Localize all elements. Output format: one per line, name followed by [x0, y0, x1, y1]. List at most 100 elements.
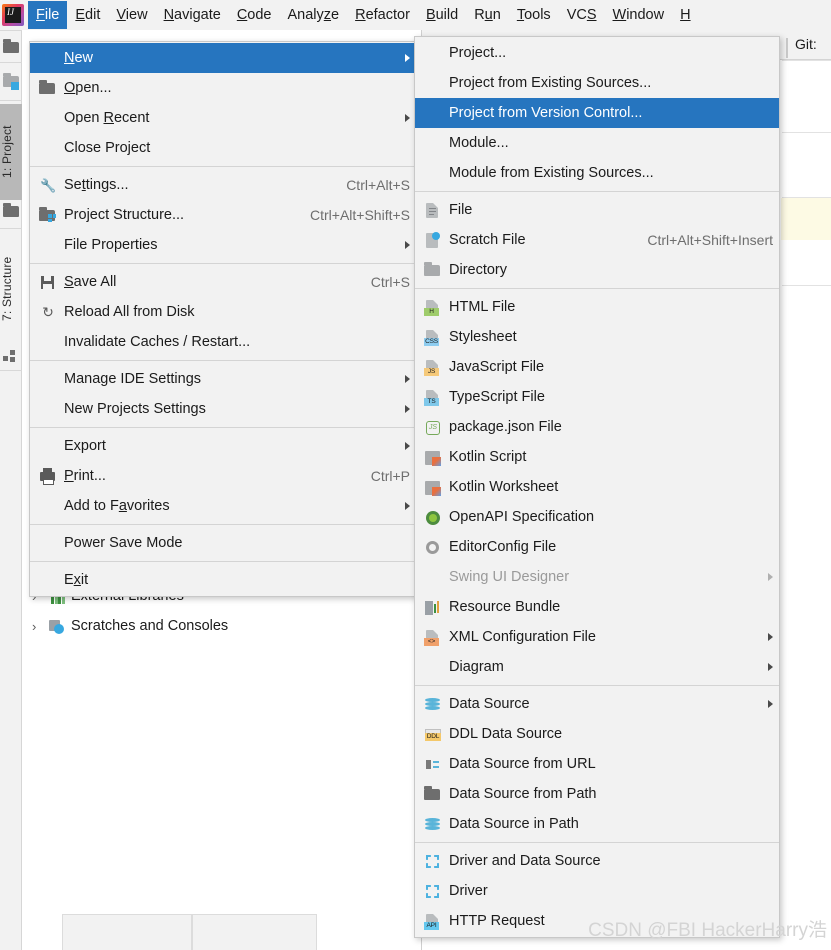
menu-item-label: Add to Favorites: [64, 498, 170, 514]
file-menu-item-manage-ide-settings[interactable]: Manage IDE Settings: [30, 364, 416, 394]
menubar-item-refactor[interactable]: Refactor: [347, 1, 418, 29]
new-menu-item-data-source-in-path[interactable]: Data Source in Path: [415, 809, 779, 839]
new-menu-item-module-from-existing-sources[interactable]: Module from Existing Sources...: [415, 158, 779, 188]
file-menu-item-exit[interactable]: Exit: [30, 565, 416, 595]
file-menu-item-open[interactable]: Open...: [30, 73, 416, 103]
driver-icon: [423, 852, 443, 870]
editor-divider-3: [782, 197, 831, 198]
new-menu-item-driver-and-data-source[interactable]: Driver and Data Source: [415, 846, 779, 876]
menubar-item-h[interactable]: H: [672, 1, 698, 29]
kotlin-icon: [423, 478, 443, 496]
file-menu-item-print[interactable]: Print... Ctrl+P: [30, 461, 416, 491]
menu-item-shortcut: Ctrl+Alt+Shift+Insert: [647, 232, 773, 248]
file-menu-item-new-projects-settings[interactable]: New Projects Settings: [30, 394, 416, 424]
new-menu-item-package-json-file[interactable]: JS package.json File: [415, 412, 779, 442]
new-menu-item-data-source[interactable]: Data Source: [415, 689, 779, 719]
bottom-tab-2[interactable]: [192, 914, 317, 950]
menu-item-label: Export: [64, 438, 106, 454]
menu-item-label: DDL Data Source: [449, 726, 563, 742]
file-menu-item-file-properties[interactable]: File Properties: [30, 230, 416, 260]
main-menu-bar: IJ File Edit View Navigate Code Analyze Refact…: [0, 0, 831, 30]
file-menu-dropdown[interactable]: New Open... Open Recent Close Project 🔧 Setti…: [29, 41, 417, 597]
menu-item-label: New: [64, 50, 94, 66]
file-menu-item-invalidate-caches-restart[interactable]: Invalidate Caches / Restart...: [30, 327, 416, 357]
new-menu-item-diagram[interactable]: Diagram: [415, 652, 779, 682]
new-menu-item-html-file[interactable]: H HTML File: [415, 292, 779, 322]
file-menu-item-reload-all-from-disk[interactable]: ↻ Reload All from Disk: [30, 297, 416, 327]
tree-label: Scratches and Consoles: [71, 618, 229, 634]
file-menu-item-settings[interactable]: 🔧 Settings... Ctrl+Alt+S: [30, 170, 416, 200]
menu-separator: [30, 561, 416, 562]
tree-row-scratches-and-consoles[interactable]: › Scratches and Consoles: [32, 618, 228, 634]
menu-separator: [30, 166, 416, 167]
editor-tab-git[interactable]: Git:: [795, 36, 817, 52]
bottom-tab-1[interactable]: [62, 914, 192, 950]
menu-item-shortcut: Ctrl+S: [370, 274, 410, 290]
file-menu-item-close-project[interactable]: Close Project: [30, 133, 416, 163]
menubar-item-file[interactable]: File: [28, 1, 68, 29]
new-menu-item-openapi-specification[interactable]: OpenAPI Specification: [415, 502, 779, 532]
file-menu-item-save-all[interactable]: Save All Ctrl+S: [30, 267, 416, 297]
menubar-item-tools[interactable]: Tools: [509, 1, 559, 29]
new-menu-item-file[interactable]: File: [415, 195, 779, 225]
no-icon: [38, 370, 58, 388]
menubar-item-vcs[interactable]: VCS: [559, 1, 605, 29]
html-file-icon: H: [423, 298, 443, 316]
new-menu-item-kotlin-script[interactable]: Kotlin Script: [415, 442, 779, 472]
new-submenu-dropdown[interactable]: Project... Project from Existing Sources.…: [414, 36, 780, 938]
file-menu-item-export[interactable]: Export: [30, 431, 416, 461]
menubar-item-run[interactable]: Run: [466, 1, 509, 29]
project-folder-icon[interactable]: [2, 72, 20, 90]
menubar-item-navigate[interactable]: Navigate: [156, 1, 229, 29]
menubar-item-window[interactable]: Window: [605, 1, 673, 29]
menubar-item-build[interactable]: Build: [418, 1, 466, 29]
chevron-right-icon[interactable]: ›: [32, 619, 48, 634]
menu-item-label: File: [449, 202, 473, 218]
menu-item-label: Power Save Mode: [64, 535, 183, 551]
new-menu-item-driver[interactable]: Driver: [415, 876, 779, 906]
menubar-item-edit[interactable]: Edit: [67, 1, 108, 29]
no-icon: [38, 139, 58, 157]
menubar-item-view[interactable]: View: [108, 1, 155, 29]
no-icon: [423, 164, 443, 182]
menu-separator: [415, 842, 779, 843]
menubar-item-analyze[interactable]: Analyze: [280, 1, 348, 29]
file-menu-item-project-structure[interactable]: Project Structure... Ctrl+Alt+Shift+S: [30, 200, 416, 230]
reload-icon: ↻: [42, 304, 54, 320]
new-menu-item-javascript-file[interactable]: JS JavaScript File: [415, 352, 779, 382]
no-icon: [423, 74, 443, 92]
new-menu-item-scratch-file[interactable]: Scratch File Ctrl+Alt+Shift+Insert: [415, 225, 779, 255]
sidebar-item-project[interactable]: 1: Project: [0, 104, 22, 200]
new-menu-item-project[interactable]: Project...: [415, 38, 779, 68]
new-menu-item-resource-bundle[interactable]: Resource Bundle: [415, 592, 779, 622]
editor-divider-4: [782, 285, 831, 286]
sidebar-item-structure[interactable]: 7: Structure: [0, 234, 22, 344]
scratch-file-icon: [423, 231, 443, 249]
new-menu-item-data-source-from-url[interactable]: Data Source from URL: [415, 749, 779, 779]
new-menu-item-stylesheet[interactable]: CSS Stylesheet: [415, 322, 779, 352]
new-menu-item-kotlin-worksheet[interactable]: Kotlin Worksheet: [415, 472, 779, 502]
new-menu-item-ddl-data-source[interactable]: DDL DDL Data Source: [415, 719, 779, 749]
new-menu-item-xml-configuration-file[interactable]: <> XML Configuration File: [415, 622, 779, 652]
submenu-arrow-icon: [768, 633, 773, 641]
new-menu-item-editorconfig-file[interactable]: EditorConfig File: [415, 532, 779, 562]
nodejs-icon: JS: [423, 418, 443, 436]
menu-separator: [30, 263, 416, 264]
new-menu-item-project-from-version-control[interactable]: Project from Version Control...: [415, 98, 779, 128]
menu-item-label: Open...: [64, 80, 112, 96]
new-menu-item-project-from-existing-sources[interactable]: Project from Existing Sources...: [415, 68, 779, 98]
new-menu-item-module[interactable]: Module...: [415, 128, 779, 158]
intellij-idea-logo-icon: IJ: [2, 4, 24, 26]
new-menu-item-typescript-file[interactable]: TS TypeScript File: [415, 382, 779, 412]
file-menu-item-open-recent[interactable]: Open Recent: [30, 103, 416, 133]
menubar-item-code[interactable]: Code: [229, 1, 280, 29]
new-menu-item-data-source-from-path[interactable]: Data Source from Path: [415, 779, 779, 809]
database-icon: [423, 815, 443, 833]
menu-item-label: Diagram: [449, 659, 504, 675]
file-menu-item-power-save-mode[interactable]: Power Save Mode: [30, 528, 416, 558]
new-menu-item-directory[interactable]: Directory: [415, 255, 779, 285]
submenu-arrow-icon: [405, 375, 410, 383]
file-menu-item-add-to-favorites[interactable]: Add to Favorites: [30, 491, 416, 521]
file-menu-item-new[interactable]: New: [30, 43, 416, 73]
open-folder-icon[interactable]: [2, 38, 20, 56]
